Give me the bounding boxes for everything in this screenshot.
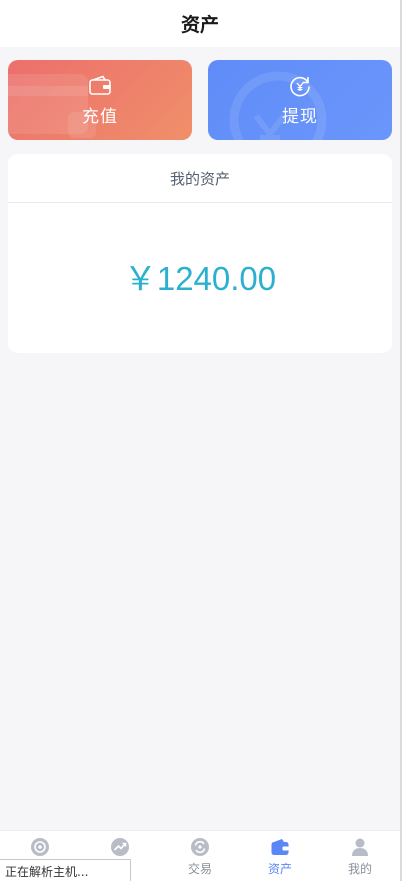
my-assets-card: 我的资产 ￥1240.00 — [8, 154, 392, 353]
exchange-icon — [191, 838, 209, 856]
card-decoration-icon — [8, 74, 96, 138]
top-header: 资产 — [0, 0, 400, 47]
recharge-button[interactable]: 充值 — [8, 60, 192, 140]
tab-trade[interactable]: 交易 — [160, 831, 240, 881]
withdraw-label: 提现 — [282, 106, 318, 127]
wallet-icon — [271, 839, 289, 855]
browser-status-toast: 正在解析主机... — [0, 859, 131, 881]
my-assets-title: 我的资产 — [8, 154, 392, 203]
wallet-icon — [89, 75, 111, 95]
tab-trade-label: 交易 — [187, 862, 212, 876]
tab-profile-label: 我的 — [347, 862, 372, 876]
tab-profile[interactable]: 我的 — [320, 831, 400, 881]
withdraw-button[interactable]: 提现 — [208, 60, 392, 140]
assets-page: 资产 充值 提现 我的资产 ￥1240.00 交易 资产 我的 正在解析主机..… — [0, 0, 400, 881]
withdraw-decoration-icon — [229, 71, 327, 140]
home-target-icon — [31, 838, 49, 856]
tab-assets-label: 资产 — [267, 862, 292, 876]
page-title: 资产 — [180, 14, 219, 36]
user-icon — [352, 838, 368, 856]
trend-icon — [111, 838, 129, 856]
tab-assets[interactable]: 资产 — [240, 831, 320, 881]
asset-amount: ￥1240.00 — [123, 260, 277, 297]
recharge-label: 充值 — [82, 106, 118, 127]
yuan-refresh-icon — [290, 76, 310, 96]
